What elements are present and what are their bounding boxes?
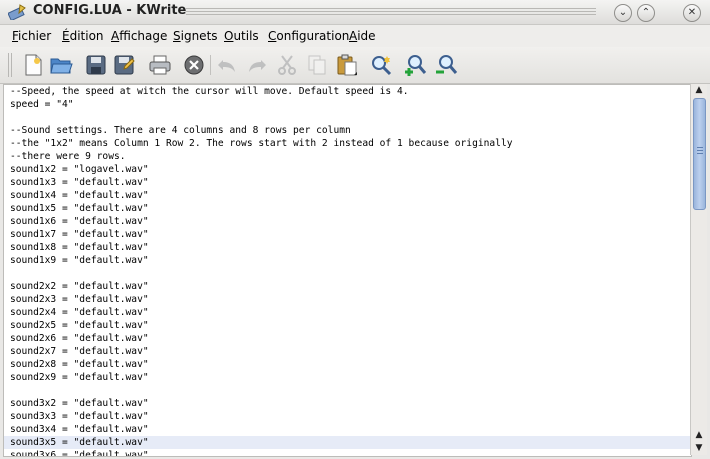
menu-bar: Fichier Édition Affichage Signets Outils… bbox=[0, 25, 710, 47]
code-line: sound1x3 = "default.wav" bbox=[10, 177, 149, 188]
code-line: sound2x8 = "default.wav" bbox=[10, 359, 149, 370]
code-line: sound2x3 = "default.wav" bbox=[10, 294, 149, 305]
text-editor[interactable]: --Speed, the speed at witch the cursor w… bbox=[3, 84, 692, 457]
menu-label: ichier bbox=[18, 29, 52, 43]
code-line: --Speed, the speed at witch the cursor w… bbox=[10, 86, 409, 97]
print-icon[interactable] bbox=[148, 53, 172, 77]
menu-accel: A bbox=[349, 29, 358, 43]
code-line: sound2x2 = "default.wav" bbox=[10, 281, 149, 292]
scroll-up-lower-icon[interactable]: ▲ bbox=[692, 429, 706, 441]
code-line: speed = "4" bbox=[10, 99, 74, 110]
close-button[interactable]: ✕ bbox=[683, 4, 701, 22]
menu-accel: A bbox=[111, 29, 120, 43]
zoom-out-icon[interactable] bbox=[434, 53, 458, 77]
code-line: sound3x2 = "default.wav" bbox=[10, 398, 149, 409]
toolbar-separator bbox=[210, 55, 211, 75]
open-folder-icon[interactable] bbox=[49, 53, 73, 77]
code-line: sound2x4 = "default.wav" bbox=[10, 307, 149, 318]
menu-label: utils bbox=[233, 29, 259, 43]
save-as-icon[interactable] bbox=[112, 53, 136, 77]
code-line: sound2x5 = "default.wav" bbox=[10, 320, 149, 331]
menu-affichage[interactable]: Affichage bbox=[111, 29, 167, 43]
menu-label: ffichage bbox=[119, 29, 168, 43]
code-line: sound1x7 = "default.wav" bbox=[10, 229, 149, 240]
redo-icon[interactable] bbox=[245, 53, 269, 77]
zoom-in-icon[interactable] bbox=[403, 53, 427, 77]
vertical-scrollbar[interactable]: ▲ ▲ ▼ bbox=[690, 84, 707, 455]
new-document-icon[interactable] bbox=[21, 53, 45, 77]
code-line: --there were 9 rows. bbox=[10, 151, 126, 162]
close-document-icon[interactable] bbox=[182, 53, 206, 77]
menu-configuration[interactable]: Configuration bbox=[268, 29, 349, 43]
menu-signets[interactable]: Signets bbox=[173, 29, 218, 43]
title-bar-decoration bbox=[186, 8, 596, 17]
code-line: sound2x7 = "default.wav" bbox=[10, 346, 149, 357]
menu-edition[interactable]: Édition bbox=[62, 29, 104, 43]
scroll-up-icon[interactable]: ▲ bbox=[692, 84, 706, 96]
menu-accel: É bbox=[62, 29, 70, 43]
title-bar[interactable]: CONFIG.LUA - KWrite ⌄ ⌃ ✕ bbox=[0, 0, 710, 25]
scrollbar-grip bbox=[697, 147, 703, 155]
find-icon[interactable] bbox=[369, 53, 393, 77]
undo-icon[interactable] bbox=[215, 53, 239, 77]
code-line: sound1x4 = "default.wav" bbox=[10, 190, 149, 201]
menu-outils[interactable]: Outils bbox=[224, 29, 259, 43]
code-line: sound1x9 = "default.wav" bbox=[10, 255, 149, 266]
code-line: sound2x6 = "default.wav" bbox=[10, 333, 149, 344]
code-line: sound1x6 = "default.wav" bbox=[10, 216, 149, 227]
maximize-button[interactable]: ⌃ bbox=[637, 4, 655, 22]
window-title: CONFIG.LUA - KWrite bbox=[33, 3, 187, 18]
code-line: sound3x6 = "default.wav" bbox=[10, 450, 149, 457]
menu-accel: S bbox=[173, 29, 181, 43]
toolbar-grip[interactable] bbox=[8, 53, 12, 77]
kwrite-app-icon bbox=[7, 4, 26, 22]
menu-label: onfiguration bbox=[276, 29, 350, 43]
paste-icon[interactable] bbox=[335, 53, 359, 77]
code-line: --the "1x2" means Column 1 Row 2. The ro… bbox=[10, 138, 513, 149]
menu-label: ignets bbox=[180, 29, 218, 43]
code-line: sound3x5 = "default.wav" bbox=[10, 437, 149, 448]
code-line: sound3x4 = "default.wav" bbox=[10, 424, 149, 435]
scroll-down-icon[interactable]: ▼ bbox=[692, 442, 706, 454]
menu-fichier[interactable]: Fichier bbox=[12, 29, 51, 43]
toolbar bbox=[0, 47, 710, 84]
minimize-button[interactable]: ⌄ bbox=[614, 4, 632, 22]
menu-label: ide bbox=[357, 29, 376, 43]
code-line: sound3x3 = "default.wav" bbox=[10, 411, 149, 422]
copy-icon[interactable] bbox=[305, 53, 329, 77]
scrollbar-thumb[interactable] bbox=[693, 98, 706, 210]
code-line: sound1x8 = "default.wav" bbox=[10, 242, 149, 253]
save-icon[interactable] bbox=[84, 53, 108, 77]
cut-icon[interactable] bbox=[275, 53, 299, 77]
code-line: --Sound settings. There are 4 columns an… bbox=[10, 125, 351, 136]
code-line: sound1x2 = "logavel.wav" bbox=[10, 164, 149, 175]
code-line: sound2x9 = "default.wav" bbox=[10, 372, 149, 383]
menu-label: dition bbox=[69, 29, 104, 43]
menu-aide[interactable]: Aide bbox=[349, 29, 376, 43]
code-line: sound1x5 = "default.wav" bbox=[10, 203, 149, 214]
